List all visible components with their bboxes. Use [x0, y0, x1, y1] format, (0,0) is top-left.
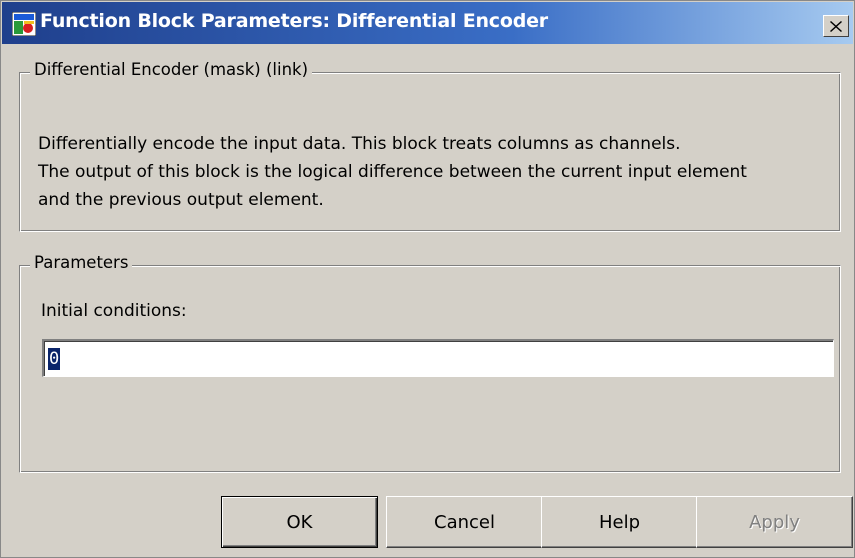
- initial-conditions-input[interactable]: 0: [42, 339, 834, 377]
- close-icon: [830, 20, 842, 32]
- close-button[interactable]: [823, 15, 849, 37]
- ok-button[interactable]: OK: [221, 496, 378, 548]
- initial-conditions-label: Initial conditions:: [41, 301, 187, 321]
- window-title: Function Block Parameters: Differential …: [40, 10, 548, 32]
- description-line-3: and the previous output element.: [38, 190, 324, 210]
- description-line-1: Differentially encode the input data. Th…: [38, 134, 681, 154]
- cancel-button[interactable]: Cancel: [386, 496, 543, 548]
- title-bar[interactable]: Function Block Parameters: Differential …: [2, 2, 853, 44]
- help-button[interactable]: Help: [541, 496, 698, 548]
- description-line-2: The output of this block is the logical …: [38, 162, 747, 182]
- initial-conditions-value: 0: [48, 348, 61, 370]
- simulink-block-icon: [12, 12, 36, 36]
- parameters-legend: Parameters: [30, 253, 133, 272]
- dialog-window: Function Block Parameters: Differential …: [0, 0, 855, 558]
- description-legend: Differential Encoder (mask) (link): [30, 60, 313, 79]
- apply-button: Apply: [696, 496, 853, 548]
